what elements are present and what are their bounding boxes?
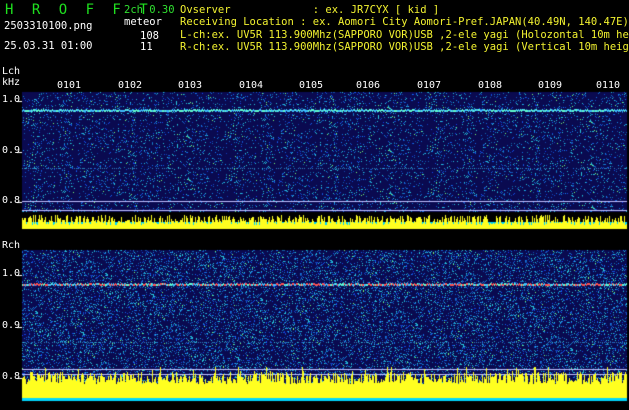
time-tick: 0106: [356, 80, 381, 91]
location-info: Receiving Location : ex. Aomori City Aom…: [180, 16, 629, 28]
time-tick: 0102: [118, 80, 143, 91]
time-tick: 0108: [478, 80, 503, 91]
filename-label: 2503310100.png: [4, 20, 93, 32]
time-tick: 0110: [596, 80, 621, 91]
time-tick: 0107: [417, 80, 442, 91]
time-tick: 0103: [178, 80, 203, 91]
mode-label: 2ch 0.30: [124, 4, 175, 16]
rch-channel-label: Rch: [2, 240, 21, 251]
meteor-label: meteor: [124, 16, 162, 28]
lch-channel-label: Lch: [2, 66, 21, 77]
meteor-count-rch: 11: [140, 41, 153, 53]
rch-y-label-2: 0.9: [2, 320, 21, 331]
time-tick: 0109: [538, 80, 563, 91]
rch-y-label-1: 1.0: [2, 268, 21, 279]
time-tick: 0105: [299, 80, 324, 91]
lch-unit-label: kHz: [2, 77, 21, 88]
lch-y-label-2: 0.9: [2, 145, 21, 156]
time-tick: 0104: [239, 80, 264, 91]
spectrogram-canvas: [0, 0, 629, 410]
lch-info: L-ch:ex. UV5R 113.900Mhz(SAPPORO VOR)USB…: [180, 29, 629, 41]
time-tick: 0101: [57, 80, 82, 91]
rch-info: R-ch:ex. UV5R 113.900Mhz(SAPPORO VOR)USB…: [180, 41, 629, 53]
lch-y-label-1: 1.0: [2, 94, 21, 105]
lch-y-label-3: 0.8: [2, 195, 21, 206]
datetime-label: 25.03.31 01:00: [4, 40, 93, 52]
rch-y-label-3: 0.8: [2, 371, 21, 382]
observer-info: Ovserver : ex. JR7CYX [ kid ]: [180, 4, 440, 16]
